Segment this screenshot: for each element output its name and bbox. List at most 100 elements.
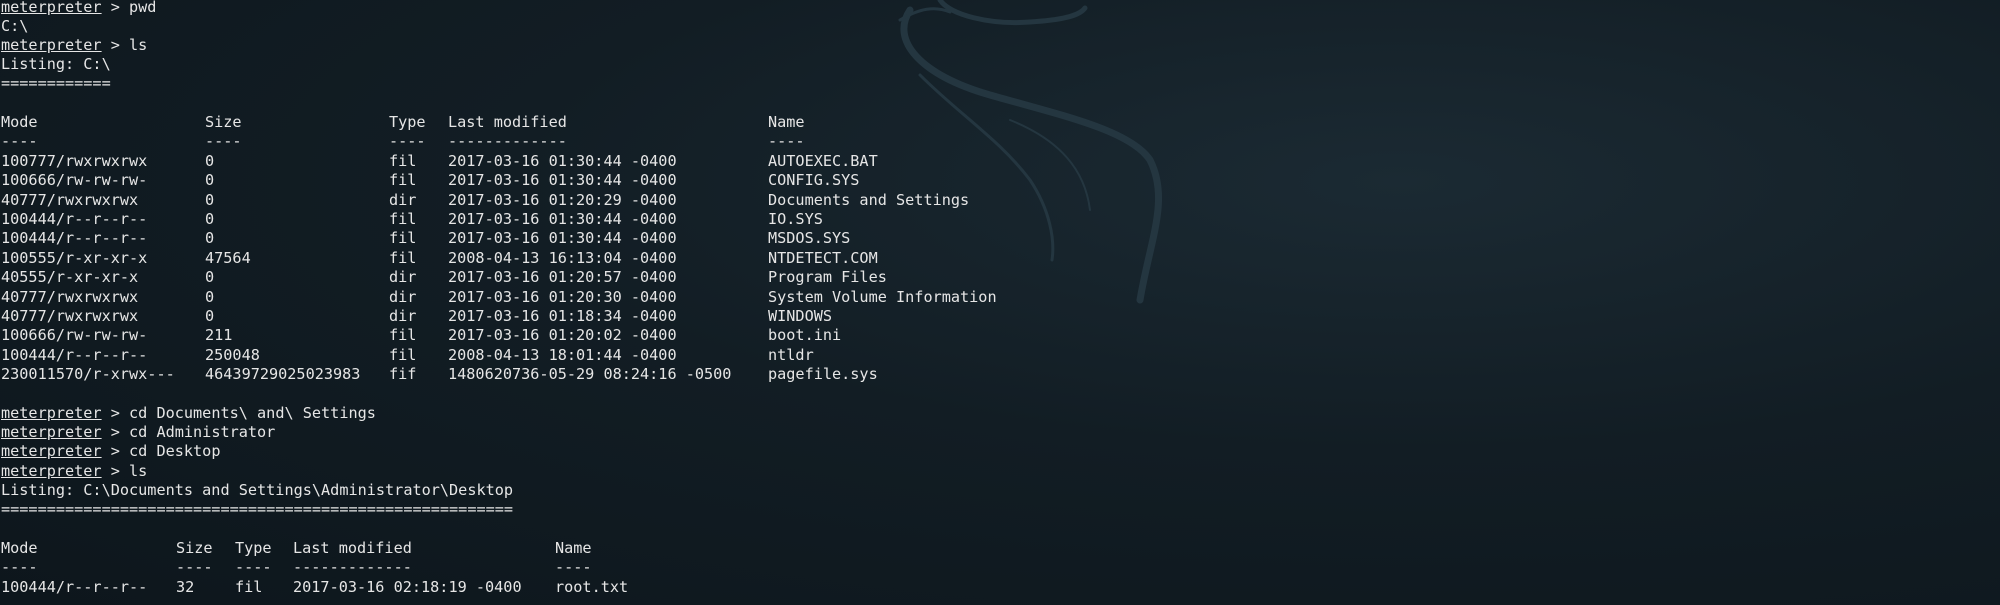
table-row-type: dir bbox=[389, 190, 417, 209]
table-row-name: IO.SYS bbox=[768, 210, 823, 228]
table-row-size: 0 bbox=[205, 268, 215, 287]
command-text: > cd Administrator bbox=[101, 423, 276, 441]
command-text: > ls bbox=[101, 462, 148, 480]
table-row-mode: 40777/rwxrwxrwx bbox=[1, 287, 139, 306]
table-row-name: MSDOS.SYS bbox=[768, 229, 851, 248]
command-text: > pwd bbox=[101, 0, 157, 16]
table-row-mode: 100666/rw-rw-rw- bbox=[1, 171, 148, 190]
table-row-last-modified: 2017-03-16 01:30:44 -0400 bbox=[448, 229, 677, 248]
table-row-last-modified: 2008-04-13 18:01:44 -0400 bbox=[448, 345, 677, 364]
command-line-ls: meterpreter > ls bbox=[1, 462, 147, 481]
table-row-mode: 40777/rwxrwxrwx bbox=[1, 307, 139, 325]
table-header-divider-mode: ---- bbox=[1, 558, 38, 577]
table-row-type: fil bbox=[235, 577, 263, 596]
meterpreter-prompt: meterpreter bbox=[1, 462, 102, 480]
table-row-last-modified: 2017-03-16 01:20:29 -0400 bbox=[448, 190, 677, 209]
table-header-size: Size bbox=[176, 539, 213, 557]
command-line-cd: meterpreter > cd Desktop bbox=[1, 442, 220, 461]
table-row-name: Program Files bbox=[768, 268, 887, 287]
table-header-divider-name: ---- bbox=[768, 132, 805, 151]
table-header-type: Type bbox=[235, 539, 272, 557]
table-row-type: fil bbox=[389, 229, 417, 248]
table-row-size: 47564 bbox=[205, 248, 251, 267]
command-line-cd: meterpreter > cd Administrator bbox=[1, 423, 275, 442]
table-header-last-modified: Last modified bbox=[448, 113, 567, 131]
table-row-type: fil bbox=[389, 171, 417, 190]
table-row-name: CONFIG.SYS bbox=[768, 171, 860, 190]
table-row-last-modified: 2017-03-16 01:18:34 -0400 bbox=[448, 307, 677, 325]
table-row-last-modified: 2017-03-16 01:20:57 -0400 bbox=[448, 268, 677, 287]
table-row-size: 46439729025023983 bbox=[205, 365, 361, 384]
listing-underline: ============ bbox=[1, 74, 111, 92]
pwd-output: C:\ bbox=[1, 17, 29, 35]
table-row-size: 211 bbox=[205, 326, 233, 345]
table-row-name: ntldr bbox=[768, 345, 814, 364]
table-row-type: fil bbox=[389, 248, 417, 267]
table-row-size: 0 bbox=[205, 229, 215, 248]
table-row-name: WINDOWS bbox=[768, 307, 833, 325]
table-row-type: fil bbox=[389, 326, 417, 345]
table-header-name: Name bbox=[555, 539, 592, 557]
command-text: > ls bbox=[101, 36, 148, 54]
table-row-last-modified: 2008-04-13 16:13:04 -0400 bbox=[448, 248, 677, 267]
table-header-size: Size bbox=[205, 113, 242, 131]
table-header-divider-size: ---- bbox=[205, 132, 242, 151]
table-row-last-modified: 2017-03-16 01:20:30 -0400 bbox=[448, 287, 677, 306]
table-row-type: dir bbox=[389, 307, 417, 325]
meterpreter-prompt: meterpreter bbox=[1, 0, 102, 16]
table-header-mode: Mode bbox=[1, 113, 38, 131]
command-text: > cd Desktop bbox=[101, 442, 221, 460]
table-row-size: 32 bbox=[176, 577, 195, 596]
table-row-mode: 100444/r--r--r-- bbox=[1, 345, 148, 364]
table-header-mode: Mode bbox=[1, 539, 38, 557]
table-row-mode: 100555/r-xr-xr-x bbox=[1, 248, 148, 267]
table-header-divider-mode: ---- bbox=[1, 132, 38, 151]
command-line-pwd: meterpreter > pwd bbox=[1, 0, 156, 17]
table-header-divider-type: ---- bbox=[235, 558, 272, 577]
table-row-mode: 100666/rw-rw-rw- bbox=[1, 326, 148, 345]
table-row-last-modified: 1480620736-05-29 08:24:16 -0500 bbox=[448, 365, 732, 384]
table-row-name: Documents and Settings bbox=[768, 190, 970, 209]
table-row-mode: 100444/r--r--r-- bbox=[1, 577, 148, 596]
table-header-type: Type bbox=[389, 113, 426, 131]
meterpreter-prompt: meterpreter bbox=[1, 36, 102, 54]
table-row-mode: 100777/rwxrwxrwx bbox=[1, 151, 148, 170]
table-row-mode: 230011570/r-xrwx--- bbox=[1, 365, 175, 384]
table-row-mode: 40777/rwxrwxrwx bbox=[1, 190, 139, 209]
meterpreter-prompt: meterpreter bbox=[1, 404, 102, 422]
listing-title: Listing: C:\Documents and Settings\Admin… bbox=[1, 481, 514, 499]
table-row-mode: 100444/r--r--r-- bbox=[1, 210, 148, 228]
table-row-type: fil bbox=[389, 210, 417, 228]
table-header-last-modified: Last modified bbox=[293, 539, 412, 557]
meterpreter-prompt: meterpreter bbox=[1, 423, 102, 441]
table-row-type: fil bbox=[389, 345, 417, 364]
table-row-name: NTDETECT.COM bbox=[768, 248, 878, 267]
table-row-name: System Volume Information bbox=[768, 287, 997, 306]
command-line-ls: meterpreter > ls bbox=[1, 36, 147, 55]
command-text: > cd Documents\ and\ Settings bbox=[101, 404, 376, 422]
table-row-type: fil bbox=[389, 151, 417, 170]
table-row-mode: 100444/r--r--r-- bbox=[1, 229, 148, 248]
table-row-last-modified: 2017-03-16 01:30:44 -0400 bbox=[448, 210, 677, 228]
table-row-name: AUTOEXEC.BAT bbox=[768, 151, 878, 170]
table-row-size: 250048 bbox=[205, 345, 260, 364]
table-row-size: 0 bbox=[205, 171, 215, 190]
table-row-size: 0 bbox=[205, 151, 215, 170]
meterpreter-prompt: meterpreter bbox=[1, 442, 102, 460]
table-row-size: 0 bbox=[205, 190, 215, 209]
table-row-name: pagefile.sys bbox=[768, 365, 878, 384]
table-row-last-modified: 2017-03-16 01:30:44 -0400 bbox=[448, 171, 677, 190]
table-header-divider-size: ---- bbox=[176, 558, 213, 577]
table-row-last-modified: 2017-03-16 02:18:19 -0400 bbox=[293, 577, 522, 596]
listing-title: Listing: C:\ bbox=[1, 55, 111, 73]
terminal-window[interactable]: meterpreter > pwd C:\ meterpreter > ls L… bbox=[0, 0, 2000, 605]
table-header-divider-last-modified: ------------- bbox=[448, 132, 567, 151]
command-line-cd: meterpreter > cd Documents\ and\ Setting… bbox=[1, 404, 376, 423]
table-row-name: root.txt bbox=[555, 577, 629, 596]
table-row-name: boot.ini bbox=[768, 326, 842, 345]
listing-underline: ========================================… bbox=[1, 500, 514, 518]
table-header-divider-name: ---- bbox=[555, 558, 592, 577]
table-row-last-modified: 2017-03-16 01:30:44 -0400 bbox=[448, 151, 677, 170]
table-row-mode: 40555/r-xr-xr-x bbox=[1, 268, 139, 287]
table-row-type: fif bbox=[389, 365, 417, 384]
